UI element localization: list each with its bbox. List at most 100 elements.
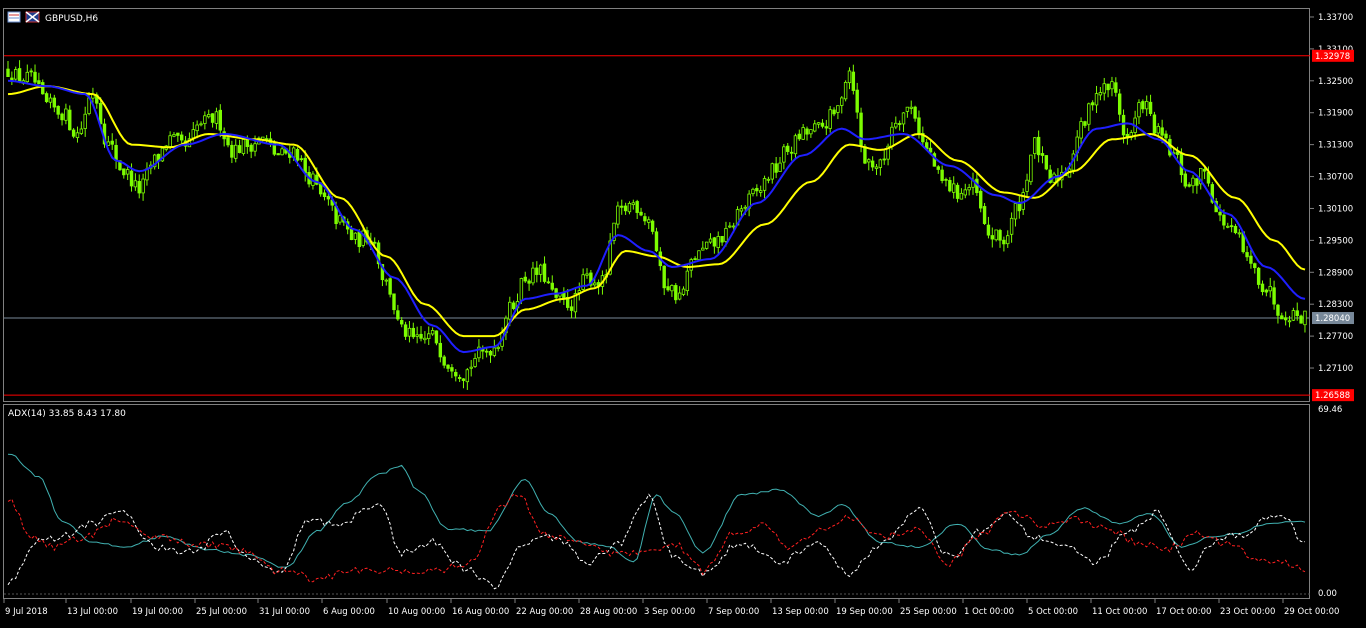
candle-bull (716, 236, 720, 248)
candle-bull (415, 334, 419, 337)
candle-bull (195, 124, 199, 132)
time-tick-label: 7 Sep 00:00 (708, 607, 759, 617)
candle-bear (1117, 93, 1122, 115)
candle-bear (1152, 114, 1157, 134)
candle-bear (357, 231, 361, 248)
candle-bear (511, 302, 516, 309)
candle-bear (936, 166, 940, 170)
time-tick-label: 9 Jul 2018 (5, 607, 48, 617)
candle-bear (620, 205, 624, 208)
candle-bear (1202, 168, 1207, 172)
time-tick-label: 29 Oct 00:00 (1284, 607, 1339, 617)
price-tick-label: 1.27700 (1318, 332, 1353, 342)
candle-bear (230, 144, 234, 158)
price-tick-label: 1.28300 (1318, 300, 1353, 310)
candle-bear (454, 371, 458, 377)
candle-bull (508, 301, 512, 320)
candle-bear (137, 181, 141, 194)
candle-bull (531, 267, 535, 284)
candle-bear (461, 378, 466, 381)
candle-bull (762, 178, 767, 191)
candle-bull (778, 162, 782, 172)
candle-bear (488, 350, 493, 356)
candle-bear (33, 71, 37, 83)
candle-bear (237, 145, 242, 153)
candle-bull (207, 114, 211, 118)
candle-bear (210, 113, 215, 123)
candle-bear (1295, 310, 1299, 317)
candle-bull (581, 274, 585, 290)
candle-bull (731, 225, 736, 228)
candle-bear (434, 330, 439, 344)
candle-bear (635, 201, 639, 213)
candle-bull (616, 205, 620, 225)
symbol-title: GBPUSD,H6 (45, 14, 98, 24)
chart-window-icon (7, 11, 21, 23)
candle-bull (843, 81, 848, 100)
candle-bull (1013, 203, 1018, 220)
candle-bull (14, 69, 18, 80)
candle-bear (44, 93, 49, 103)
candle-bear (1044, 155, 1049, 170)
candle-bull (909, 106, 913, 109)
candle-bear (542, 263, 547, 282)
candle-bear (523, 276, 527, 282)
candle-bull (728, 225, 732, 228)
candle-bull (241, 139, 246, 154)
candle-bull (214, 111, 219, 124)
candle-bull (1291, 310, 1296, 321)
candle-bear (1299, 315, 1303, 324)
candle-bear (438, 342, 443, 358)
candle-bull (1237, 232, 1242, 235)
candle-bull (199, 123, 203, 126)
candle-bear (249, 144, 253, 152)
candle-bull (1156, 126, 1160, 134)
candle-bull (743, 206, 747, 209)
chart-background (0, 0, 1366, 624)
bid-price-label: 1.28040 (1315, 314, 1350, 324)
candle-bear (1187, 184, 1191, 187)
candle-bear (882, 158, 886, 161)
time-tick-label: 25 Jul 00:00 (196, 607, 247, 617)
candle-bear (56, 105, 60, 115)
price-tick-label: 1.31300 (1318, 141, 1353, 151)
candle-bull (538, 264, 543, 275)
candle-bear (1222, 214, 1226, 226)
time-tick-label: 23 Oct 00:00 (1220, 607, 1275, 617)
candle-bull (782, 146, 786, 163)
candle-bear (527, 280, 531, 284)
chart-canvas[interactable]: 1.337001.331001.325001.319001.313001.307… (0, 0, 1366, 624)
candle-bull (704, 241, 709, 249)
candle-bear (6, 68, 10, 78)
candle-bear (786, 145, 790, 152)
adx-tick-label: 69.46 (1318, 405, 1342, 415)
candle-bear (442, 356, 446, 366)
candle-bear (1272, 287, 1276, 305)
candle-bear (37, 80, 41, 85)
candle-bull (1303, 310, 1307, 326)
time-tick-label: 10 Aug 00:00 (388, 607, 445, 617)
candle-bear (17, 68, 22, 83)
time-tick-label: 16 Aug 00:00 (452, 607, 509, 617)
candle-bull (878, 159, 883, 168)
trading-chart-window[interactable]: 1.337001.331001.325001.319001.313001.307… (0, 0, 1366, 624)
time-tick-label: 28 Aug 00:00 (580, 607, 637, 617)
candle-bear (1195, 178, 1199, 186)
price-tick-label: 1.28900 (1318, 268, 1353, 278)
candle-bull (1268, 286, 1272, 292)
candle-bull (1079, 121, 1083, 139)
candle-bear (322, 192, 327, 198)
candle-bear (998, 230, 1002, 241)
candle-bull (681, 288, 686, 295)
candle-bear (71, 129, 76, 137)
candle-bear (1256, 267, 1261, 285)
candle-bear (400, 320, 404, 325)
candle-bear (176, 132, 180, 136)
candle-bear (1121, 114, 1126, 136)
candle-bear (789, 151, 794, 154)
indicator-title: ADX(14) 33.85 8.43 17.80 (8, 409, 126, 419)
candle-bull (890, 126, 894, 147)
candle-bear (535, 267, 539, 275)
candle-bull (593, 282, 597, 286)
candle-bear (955, 184, 960, 199)
